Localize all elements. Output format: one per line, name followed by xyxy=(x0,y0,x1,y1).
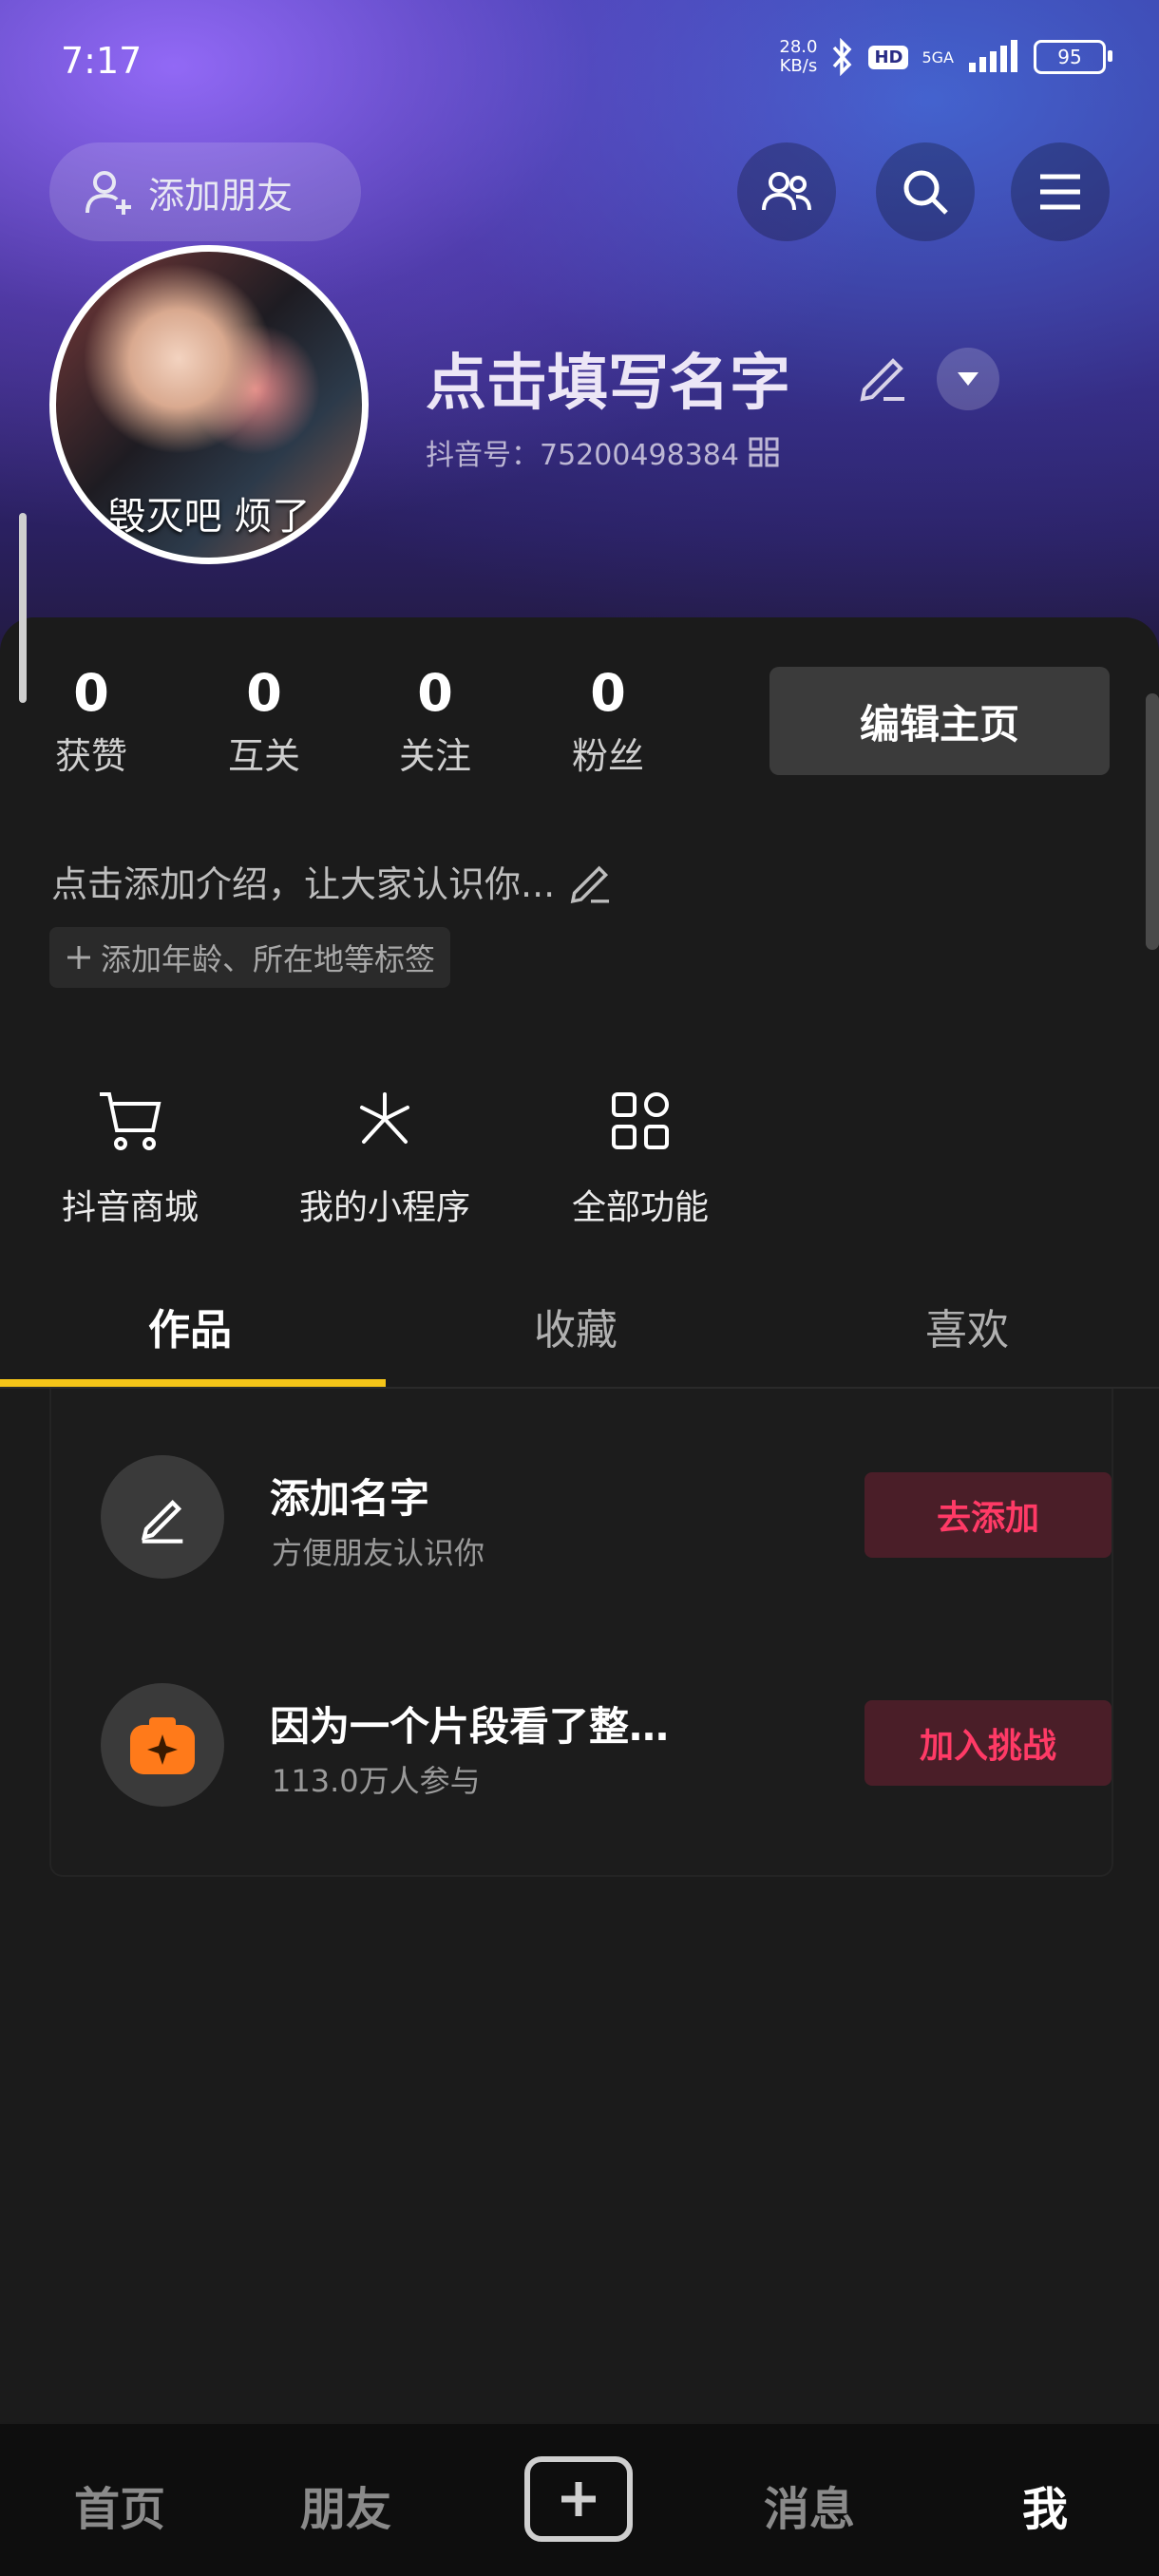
quick-action-label: 抖音商城 xyxy=(61,1188,199,1227)
net-speed-value: 28.0 xyxy=(779,37,818,57)
nav-friends[interactable]: 朋友 xyxy=(300,2472,391,2538)
avatar-caption: 毁灭吧 烦了 xyxy=(107,495,311,539)
cart-icon xyxy=(100,1092,162,1150)
hamburger-menu-icon xyxy=(1040,174,1080,210)
net-speed-unit: KB/s xyxy=(779,56,818,76)
scroll-indicator xyxy=(19,513,27,703)
create-button[interactable] xyxy=(524,2456,633,2542)
nav-messages[interactable]: 消息 xyxy=(764,2472,855,2538)
add-friend-button[interactable]: 添加朋友 xyxy=(49,142,361,241)
hd-badge: HD xyxy=(868,45,909,69)
camera-challenge-icon xyxy=(130,1717,195,1774)
status-icons: 28.0 KB/s HD 5GA 95 xyxy=(779,38,1112,76)
douyin-id[interactable]: 抖音号：75200498384 xyxy=(426,431,779,473)
task-subtitle: 方便朋友认识你 xyxy=(272,1535,485,1571)
battery-icon: 95 xyxy=(1034,40,1112,74)
search-icon xyxy=(903,170,948,215)
stat-value: 0 xyxy=(590,663,626,723)
stat-label: 获赞 xyxy=(54,735,127,777)
add-name-button[interactable]: 去添加 xyxy=(864,1472,1112,1558)
bio-field[interactable]: 点击添加介绍，让大家认识你... xyxy=(51,855,616,907)
bluetooth-icon xyxy=(833,38,852,76)
network-type: 5GA xyxy=(922,47,954,66)
join-challenge-button[interactable]: 加入挑战 xyxy=(864,1700,1112,1786)
signal-icon xyxy=(969,40,1017,72)
stat-mutual[interactable]: 0 互关 xyxy=(207,663,321,779)
active-tab-indicator xyxy=(0,1379,386,1387)
grid-icon xyxy=(612,1092,669,1149)
menu-button[interactable] xyxy=(1011,142,1110,241)
tab-likes[interactable]: 喜欢 xyxy=(925,1296,1009,1356)
add-friend-label: 添加朋友 xyxy=(148,174,294,217)
stat-label: 关注 xyxy=(398,735,471,777)
task-icon-wrap xyxy=(101,1455,224,1579)
net-speed: 28.0 KB/s xyxy=(779,38,817,76)
plus-icon xyxy=(67,946,90,969)
add-tags-label: 添加年龄、所在地等标签 xyxy=(101,941,436,977)
profile-name[interactable]: 点击填写名字 xyxy=(426,334,790,422)
nav-me[interactable]: 我 xyxy=(1022,2472,1068,2538)
bio-placeholder: 点击添加介绍，让大家认识你... xyxy=(51,863,556,905)
task-card: 添加名字 方便朋友认识你 去添加 因为一个片段看了整… 113.0万人参与 加入… xyxy=(49,1389,1113,1877)
search-button[interactable] xyxy=(876,142,975,241)
caret-down-icon xyxy=(958,372,978,386)
scrollbar[interactable] xyxy=(1146,693,1159,950)
task-icon-wrap xyxy=(101,1683,224,1807)
stat-value: 0 xyxy=(73,663,109,723)
task-title: 添加名字 xyxy=(270,1475,430,1522)
miniapp-icon xyxy=(360,1092,409,1144)
nav-home[interactable]: 首页 xyxy=(74,2472,165,2538)
stat-label: 粉丝 xyxy=(571,735,644,777)
status-bar: 7:17 28.0 KB/s HD 5GA 95 xyxy=(0,28,1159,95)
quick-action-all[interactable]: 全部功能 xyxy=(555,1083,726,1229)
quick-action-mall[interactable]: 抖音商城 xyxy=(49,1083,211,1229)
add-user-icon xyxy=(86,171,131,215)
quick-action-label: 我的小程序 xyxy=(298,1188,470,1227)
edit-name-icon[interactable] xyxy=(855,348,912,405)
tab-favorites[interactable]: 收藏 xyxy=(534,1296,618,1356)
edit-profile-button[interactable]: 编辑主页 xyxy=(770,667,1110,775)
task-subtitle: 113.0万人参与 xyxy=(272,1763,481,1799)
plus-icon xyxy=(561,2482,596,2516)
stat-value: 0 xyxy=(417,663,453,723)
friends-button[interactable] xyxy=(737,142,836,241)
stat-label: 互关 xyxy=(227,735,300,777)
pencil-icon xyxy=(141,1500,183,1544)
tab-works[interactable]: 作品 xyxy=(148,1296,232,1356)
group-icon xyxy=(762,172,811,211)
stat-value: 0 xyxy=(246,663,282,723)
bottom-nav: 首页 朋友 消息 我 xyxy=(0,2424,1159,2576)
battery-level: 95 xyxy=(1057,46,1082,68)
stat-likes[interactable]: 0 获赞 xyxy=(34,663,148,779)
avatar[interactable]: 毁灭吧 烦了 xyxy=(49,245,369,564)
stat-following[interactable]: 0 关注 xyxy=(378,663,492,779)
task-title: 因为一个片段看了整… xyxy=(270,1703,670,1750)
douyin-id-text: 抖音号：75200498384 xyxy=(426,439,739,472)
status-time: 7:17 xyxy=(61,40,142,82)
quick-action-miniapp[interactable]: 我的小程序 xyxy=(285,1083,484,1229)
content-tabs: 作品 收藏 喜欢 xyxy=(0,1273,1159,1389)
qr-code-icon xyxy=(749,437,779,467)
stat-followers[interactable]: 0 粉丝 xyxy=(551,663,665,779)
account-switch-button[interactable] xyxy=(937,348,999,410)
quick-action-label: 全部功能 xyxy=(571,1188,709,1227)
add-tags-button[interactable]: 添加年龄、所在地等标签 xyxy=(49,927,451,988)
edit-bio-icon xyxy=(570,865,610,903)
